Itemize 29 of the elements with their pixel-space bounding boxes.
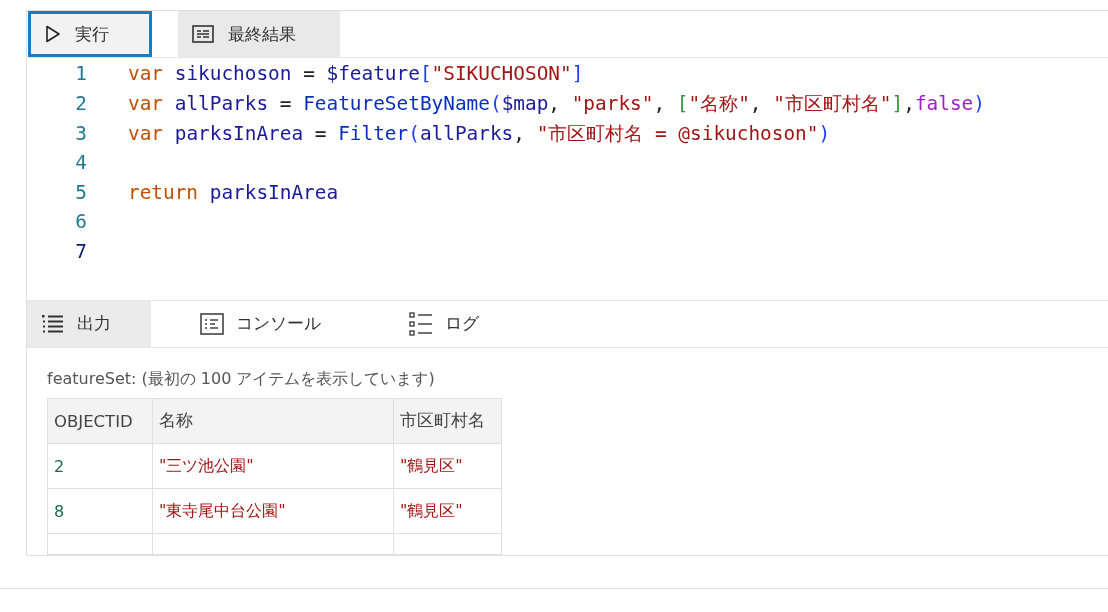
column-header: 市区町村名: [393, 398, 502, 444]
play-icon: [45, 25, 61, 44]
table-cell: "鶴見区": [393, 488, 502, 534]
table-cell: 8: [47, 488, 153, 534]
table-cell: "三ツ池公園": [152, 443, 394, 489]
line-number: 1: [74, 62, 87, 86]
result-caption: featureSet: (最初の 100 アイテムを表示しています): [47, 369, 436, 390]
code-line: var allParks = FeatureSetByName($map, "parks", ["名称", "市区町村名"],false): [128, 91, 985, 117]
code-line: return parksInArea: [128, 180, 339, 204]
console-icon: [200, 312, 224, 335]
column-header: 名称: [152, 398, 394, 444]
table-cell: "東寺尾中台公園": [152, 488, 394, 534]
line-number: 5: [74, 180, 87, 204]
line-number: 7: [74, 240, 87, 263]
result-button[interactable]: 最終結果: [178, 11, 340, 58]
console-icon: [192, 25, 214, 44]
line-number: 2: [74, 92, 87, 115]
code-line: var parksInArea = Filter(allParks, "市区町村名 = @sikuchoson"): [128, 120, 831, 147]
code-line: var sikuchoson = $feature["SIKUCHOSON"]: [128, 62, 584, 86]
output-tab[interactable]: 出力: [27, 300, 151, 347]
table-cell: "鶴見区": [393, 443, 502, 489]
list-icon: [409, 311, 433, 336]
run-button[interactable]: 実行: [28, 11, 152, 58]
line-number: 4: [74, 151, 87, 175]
line-number: 6: [74, 210, 87, 234]
list-icon: [41, 313, 65, 334]
table-cell: 2: [47, 443, 153, 489]
column-header: OBJECTID: [47, 398, 153, 444]
line-number: 3: [74, 121, 87, 145]
